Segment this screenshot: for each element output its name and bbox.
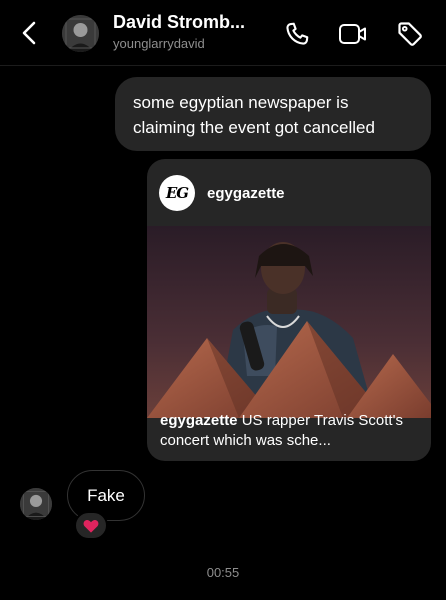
shared-post-header: EG egygazette bbox=[159, 175, 285, 211]
contact-avatar[interactable] bbox=[62, 15, 99, 52]
egygazette-logo: EG bbox=[159, 175, 195, 211]
chat-header: David Stromb... younglarrydavid bbox=[0, 0, 446, 66]
contact-info[interactable]: David Stromb... younglarrydavid bbox=[113, 12, 245, 51]
sender-avatar[interactable] bbox=[20, 488, 52, 520]
video-camera-icon bbox=[339, 24, 366, 44]
caption-username: egygazette bbox=[160, 412, 238, 429]
voice-call-button[interactable] bbox=[281, 18, 313, 50]
phone-icon bbox=[286, 22, 309, 45]
heart-reaction[interactable] bbox=[74, 511, 108, 540]
message-timestamp: 00:55 bbox=[206, 565, 240, 580]
outgoing-message[interactable]: some egyptian newspaper is claiming the … bbox=[115, 77, 431, 151]
shared-post-caption: egygazette US rapper Travis Scott's conc… bbox=[160, 411, 422, 451]
contact-username: younglarrydavid bbox=[113, 36, 205, 51]
shared-post-card[interactable]: EG egygazette egygazette US rapper Travi… bbox=[147, 159, 431, 461]
heart-icon bbox=[83, 519, 99, 533]
chevron-left-icon bbox=[22, 21, 36, 45]
back-button[interactable] bbox=[14, 18, 44, 48]
shared-post-image[interactable] bbox=[147, 226, 431, 418]
contact-name: David Stromb... bbox=[113, 12, 246, 32]
tag-button[interactable] bbox=[394, 18, 426, 50]
video-call-button[interactable] bbox=[337, 18, 369, 50]
tag-icon bbox=[398, 22, 422, 46]
shared-post-username[interactable]: egygazette bbox=[207, 185, 285, 202]
